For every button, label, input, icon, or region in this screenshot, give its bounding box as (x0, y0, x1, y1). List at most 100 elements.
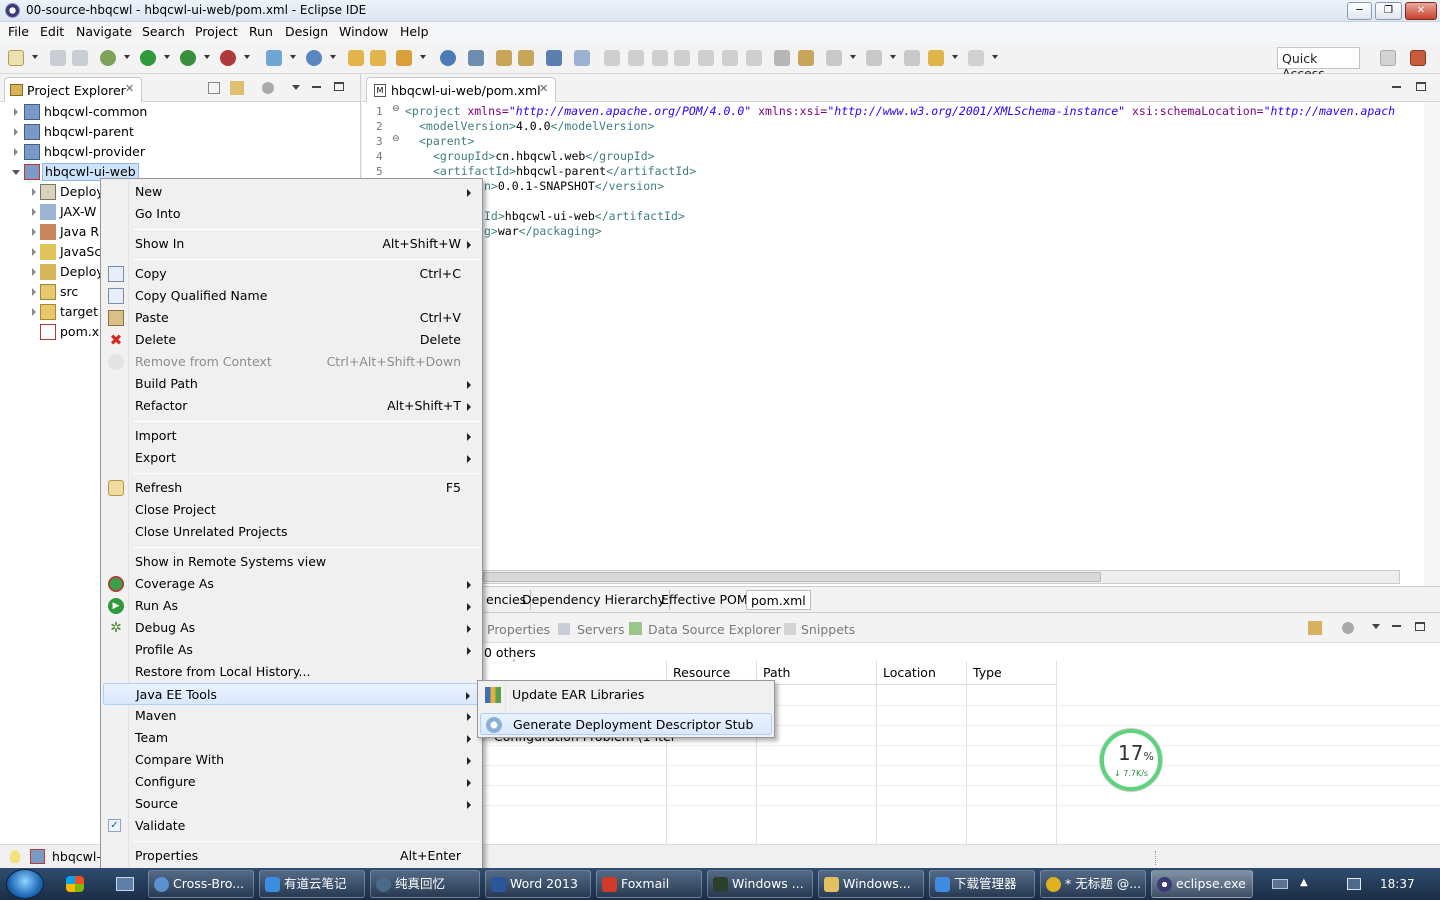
step-over-icon[interactable] (722, 50, 738, 66)
menu-item-new[interactable]: New (103, 181, 480, 203)
app-launcher-icon[interactable] (66, 876, 84, 892)
code-line-9[interactable]: g>war</packaging> (484, 224, 602, 239)
drop-to-frame-icon[interactable] (774, 50, 790, 66)
menu-design[interactable]: Design (285, 24, 328, 39)
expand-icon[interactable] (32, 208, 36, 216)
menu-item-go-into[interactable]: Go Into (103, 203, 480, 225)
maximize-editor-icon[interactable] (1416, 82, 1426, 91)
menu-search[interactable]: Search (142, 24, 185, 39)
tab-pom-xml-source[interactable]: pom.xml (746, 590, 811, 610)
menu-item-update-ear-libraries[interactable]: Update EAR Libraries (480, 684, 772, 706)
menu-item-refactor[interactable]: Refactor Alt+Shift+T (103, 395, 480, 417)
menu-item-refresh[interactable]: Refresh F5 (103, 477, 480, 499)
horizontal-scrollbar[interactable] (482, 570, 1400, 584)
run-icon[interactable] (140, 50, 156, 66)
show-desktop-icon[interactable] (116, 877, 134, 891)
taskbar-eclipse[interactable]: eclipse.exe (1151, 870, 1253, 898)
tree-child-deployment-descriptor[interactable]: Deploy (0, 182, 104, 202)
expand-icon[interactable] (32, 248, 36, 256)
expand-icon[interactable] (32, 188, 36, 196)
menu-item-show-in-remote-systems[interactable]: Show in Remote Systems view (103, 551, 480, 573)
use-step-filters-icon[interactable] (798, 50, 814, 66)
external-tools-icon[interactable] (220, 50, 236, 66)
tab-pom-xml[interactable]: M hbqcwl-ui-web/pom.xml ✕ (366, 77, 556, 102)
maximize-button[interactable]: ❐ (1375, 2, 1402, 20)
menu-window[interactable]: Window (339, 24, 388, 39)
save-icon[interactable] (50, 50, 66, 66)
expand-icon[interactable] (14, 108, 18, 116)
external-tools-dropdown-icon[interactable] (244, 55, 250, 59)
open-perspective-icon[interactable] (1380, 50, 1396, 66)
menu-item-build-path[interactable]: Build Path (103, 373, 480, 395)
last-edit-icon[interactable] (904, 50, 920, 66)
network-speed-widget[interactable]: 17% ↓ 7.7K/s (1100, 729, 1162, 791)
maximize-view-icon[interactable] (1415, 622, 1425, 631)
taskbar-windows-1[interactable]: Windows ... (707, 870, 813, 898)
debug-icon[interactable] (100, 50, 116, 66)
menu-item-close-project[interactable]: Close Project (103, 499, 480, 521)
expand-icon[interactable] (32, 288, 36, 296)
coverage-dropdown-icon[interactable] (204, 55, 210, 59)
open-task-icon[interactable] (370, 50, 386, 66)
menu-item-run-as[interactable]: ▶ Run As (103, 595, 480, 617)
tree-child-pom[interactable]: pom.xr (0, 322, 104, 342)
tab-dependency-hierarchy[interactable]: Dependency Hierarchy (518, 590, 671, 610)
taskbar-download-manager[interactable]: 下载管理器 (929, 870, 1035, 898)
column-type[interactable]: Type (967, 661, 1057, 685)
network-icon[interactable] (1347, 878, 1361, 890)
step-into-icon[interactable] (698, 50, 714, 66)
menu-item-team[interactable]: Team (103, 727, 480, 749)
previous-annotation-dropdown-icon[interactable] (890, 55, 896, 59)
collapse-icon[interactable] (12, 170, 20, 175)
block-selection-icon[interactable] (518, 50, 534, 66)
save-all-icon[interactable] (72, 50, 88, 66)
forward-dropdown-icon[interactable] (992, 55, 998, 59)
fold-icon[interactable]: ⊖ (392, 134, 400, 144)
tree-child-jax-ws[interactable]: JAX-W (0, 202, 100, 222)
menu-edit[interactable]: Edit (40, 24, 64, 39)
menu-navigate[interactable]: Navigate (76, 24, 132, 39)
menu-item-source[interactable]: Source (103, 793, 480, 815)
taskbar-untitled[interactable]: * 无标题 @... (1040, 870, 1146, 898)
column-location[interactable]: Location (877, 661, 967, 685)
taskbar-cross-browser[interactable]: Cross-Bro... (148, 870, 254, 898)
minimize-view-icon[interactable] (312, 86, 321, 88)
fold-icon[interactable]: ⊖ (392, 104, 400, 114)
show-whitespace-icon[interactable] (546, 50, 562, 66)
code-line-2[interactable]: <modelVersion>4.0.0</modelVersion> (419, 119, 654, 134)
menu-item-copy[interactable]: Copy Ctrl+C (103, 263, 480, 285)
code-line-3[interactable]: <parent> (419, 134, 474, 149)
close-button[interactable]: ✕ (1405, 2, 1437, 20)
collapse-all-icon[interactable] (208, 82, 220, 94)
forward-icon[interactable] (968, 50, 984, 66)
minimize-button[interactable]: ─ (1347, 2, 1372, 20)
maximize-view-icon[interactable] (334, 82, 344, 91)
minimize-editor-icon[interactable] (1392, 86, 1401, 88)
tab-properties[interactable]: Properties (487, 622, 550, 637)
back-icon[interactable] (928, 50, 944, 66)
start-button[interactable] (6, 869, 44, 899)
next-annotation-dropdown-icon[interactable] (850, 55, 856, 59)
resume-icon[interactable] (604, 50, 620, 66)
link-editor-icon[interactable] (230, 81, 244, 95)
code-line-4[interactable]: <groupId>cn.hbqcwl.web</groupId> (433, 149, 655, 164)
menu-item-show-in[interactable]: Show In Alt+Shift+W (103, 233, 480, 255)
debug-dropdown-icon[interactable] (124, 55, 130, 59)
code-line-1[interactable]: <project xmlns="http://maven.apache.org/… (405, 104, 1395, 119)
menu-item-configure[interactable]: Configure (103, 771, 480, 793)
view-menu-icon[interactable] (292, 85, 300, 90)
menu-item-validate[interactable]: ✓ Validate (103, 815, 480, 837)
new-dropdown-icon[interactable] (32, 55, 38, 59)
menu-run[interactable]: Run (249, 24, 273, 39)
menu-item-maven[interactable]: Maven (103, 705, 480, 727)
column-path[interactable]: Path (757, 661, 877, 685)
step-return-icon[interactable] (746, 50, 762, 66)
suspend-icon[interactable] (628, 50, 644, 66)
tree-item-hbqcwl-common[interactable]: hbqcwl-common (0, 102, 360, 122)
menu-item-properties[interactable]: Properties Alt+Enter (103, 845, 480, 867)
code-line-8[interactable]: Id>hbqcwl-ui-web</artifactId> (484, 209, 685, 224)
new-server-icon[interactable] (266, 50, 282, 66)
menu-item-coverage-as[interactable]: Coverage As (103, 573, 480, 595)
menu-help[interactable]: Help (400, 24, 429, 39)
view-menu-icon[interactable] (1372, 624, 1380, 629)
